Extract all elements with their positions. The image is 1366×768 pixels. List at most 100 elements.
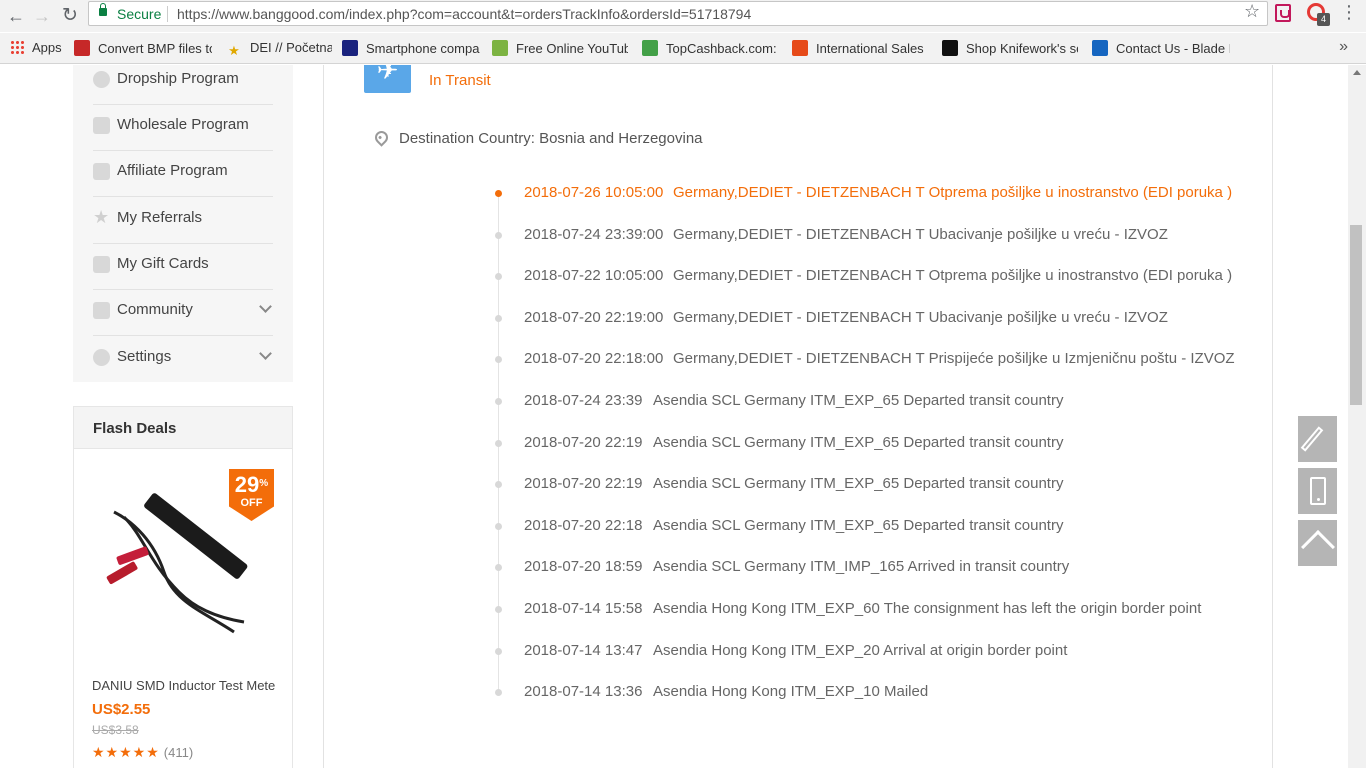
- blade-icon: [1092, 40, 1108, 56]
- knifework-icon: [942, 40, 958, 56]
- bookmark-blade-hq[interactable]: Contact Us - Blade H: [1092, 40, 1230, 58]
- event-timestamp: 2018-07-22 10:05:00: [524, 267, 664, 285]
- sidebar-item-gift-cards[interactable]: My Gift Cards: [93, 244, 273, 290]
- scroll-up-arrow-icon[interactable]: [1353, 70, 1361, 75]
- extension-badge: 4: [1317, 13, 1330, 26]
- mobile-app-button[interactable]: [1298, 468, 1337, 514]
- topcashback-icon: [642, 40, 658, 56]
- event-description: Asendia SCL Germany ITM_EXP_65 Departed …: [653, 516, 1064, 534]
- pdf-icon: [74, 40, 90, 56]
- flash-deals-title: Flash Deals: [93, 420, 177, 437]
- rating-count[interactable]: (411): [164, 745, 193, 760]
- airplane-icon: ✈: [364, 65, 411, 93]
- event-timestamp: 2018-07-20 22:19:00: [524, 308, 664, 326]
- lock-icon: [99, 3, 107, 16]
- flash-deals-header: Flash Deals: [74, 407, 292, 449]
- event-timestamp: 2018-07-14 13:47: [524, 641, 643, 659]
- destination-country: Destination Country: Bosnia and Herzegov…: [399, 130, 703, 147]
- pocket-extension-icon[interactable]: [1275, 4, 1291, 22]
- wholesale-icon: [93, 117, 110, 134]
- gear-icon: [93, 349, 110, 366]
- url-text[interactable]: https://www.banggood.com/index.php?com=a…: [177, 6, 751, 22]
- chevron-down-icon[interactable]: [259, 300, 272, 313]
- timeline-dot-icon: [495, 689, 502, 697]
- rating-stars-icon: ★★★★★: [92, 744, 160, 760]
- event-description: Germany,DEDIET - DIETZENBACH T Otprema p…: [673, 267, 1233, 285]
- location-pin-icon: [372, 128, 391, 147]
- event-timestamp: 2018-07-20 22:19: [524, 475, 643, 493]
- sales-icon: [792, 40, 808, 56]
- pencil-icon: [1300, 426, 1324, 452]
- bookmark-apps[interactable]: Apps: [10, 40, 70, 58]
- sidebar-item-settings[interactable]: Settings: [93, 337, 273, 383]
- bookmark-star-icon[interactable]: ☆: [1244, 1, 1260, 22]
- timeline-dot-icon: [495, 231, 502, 239]
- bookmarks-overflow-icon[interactable]: »: [1339, 38, 1348, 56]
- secure-label: Secure: [117, 6, 162, 22]
- bookmark-knifework[interactable]: Shop Knifework's se: [942, 40, 1078, 58]
- sidebar-item-affiliate[interactable]: Affiliate Program: [93, 151, 273, 197]
- timeline-dot-icon: [495, 481, 502, 489]
- address-bar[interactable]: Secure https://www.banggood.com/index.ph…: [88, 1, 1268, 26]
- forward-arrow-icon[interactable]: →: [30, 4, 54, 28]
- event-description: Germany,DEDIET - DIETZENBACH T Ubacivanj…: [673, 225, 1168, 243]
- reload-icon[interactable]: ↻: [58, 4, 82, 28]
- browser-menu-icon[interactable]: ⋮: [1340, 2, 1358, 23]
- affiliate-icon: [93, 163, 110, 180]
- timeline-dot-icon: [495, 190, 502, 197]
- ki-logo-icon: [342, 40, 358, 56]
- apps-grid-icon: [10, 40, 24, 54]
- event-description: Asendia Hong Kong ITM_EXP_10 Mailed: [653, 683, 929, 701]
- bookmark-youtube[interactable]: Free Online YouTube: [492, 40, 628, 58]
- download-arrow-icon: [492, 40, 508, 56]
- sidebar-item-referrals[interactable]: ★ My Referrals: [93, 198, 273, 244]
- page-scrollbar[interactable]: [1348, 65, 1366, 768]
- scroll-thumb[interactable]: [1350, 225, 1362, 405]
- back-arrow-icon[interactable]: ←: [4, 4, 28, 28]
- product-rating: ★★★★★ (411): [92, 744, 193, 761]
- timeline-dot-icon: [495, 273, 502, 281]
- timeline-dot-icon: [495, 398, 502, 405]
- transit-status: In Transit: [429, 72, 491, 89]
- browser-toolbar: ← → ↻ Secure https://www.banggood.com/in…: [0, 0, 1366, 32]
- chevron-up-icon: [1301, 530, 1335, 564]
- timeline-dot-icon: [495, 356, 502, 364]
- sidebar-item-wholesale[interactable]: Wholesale Program: [93, 105, 273, 151]
- tracking-panel: ✈ In Transit Destination Country: Bosnia…: [323, 65, 1273, 768]
- bookmark-smartphone[interactable]: Smartphone compar: [342, 40, 480, 58]
- event-description: Asendia SCL Germany ITM_EXP_65 Departed …: [653, 392, 1064, 409]
- timeline-dot-icon: [495, 522, 502, 530]
- event-timestamp: 2018-07-24 23:39:00: [524, 225, 664, 243]
- timeline-dot-icon: [495, 606, 502, 613]
- bookmark-convert-bmp[interactable]: Convert BMP files to: [74, 40, 212, 58]
- bookmark-international-sales[interactable]: International Sales -: [792, 40, 926, 58]
- address-separator: [167, 6, 168, 22]
- back-to-top-button[interactable]: [1298, 520, 1337, 566]
- event-timestamp: 2018-07-26 10:05:00: [524, 184, 664, 201]
- page: Dropship Program Wholesale Program Affil…: [0, 65, 1348, 768]
- event-description: Asendia SCL Germany ITM_IMP_165 Arrived …: [653, 558, 1070, 576]
- timeline-dot-icon: [495, 439, 502, 447]
- event-description: Asendia SCL Germany ITM_EXP_65 Departed …: [653, 433, 1064, 451]
- bookmark-dei[interactable]: ★ DEI // Početna: [226, 40, 332, 58]
- account-sidebar: Dropship Program Wholesale Program Affil…: [73, 65, 293, 382]
- event-description: Asendia Hong Kong ITM_EXP_20 Arrival at …: [653, 641, 1068, 659]
- event-timestamp: 2018-07-14 15:58: [524, 600, 643, 617]
- timeline-dot-icon: [495, 314, 502, 322]
- event-description: Germany,DEDIET - DIETZENBACH T Prispijeć…: [673, 350, 1235, 368]
- star-logo-icon: ★: [228, 43, 240, 58]
- chevron-down-icon[interactable]: [259, 347, 272, 360]
- event-description: Germany,DEDIET - DIETZENBACH T Otprema p…: [673, 184, 1233, 201]
- sidebar-item-community[interactable]: Community: [93, 290, 273, 336]
- timeline-dot-icon: [495, 647, 502, 655]
- feedback-button[interactable]: [1298, 416, 1337, 462]
- bookmarks-bar: Apps Convert BMP files to ★ DEI // Početn…: [0, 33, 1366, 64]
- timeline-dot-icon: [495, 564, 502, 572]
- event-timestamp: 2018-07-20 22:18:00: [524, 350, 664, 368]
- sidebar-item-dropship[interactable]: Dropship Program: [93, 65, 273, 105]
- event-timestamp: 2018-07-20 18:59: [524, 558, 643, 576]
- product-name-link[interactable]: DANIU SMD Inductor Test Mete...: [92, 678, 276, 693]
- gift-icon: [93, 256, 110, 273]
- bookmark-topcashback[interactable]: TopCashback.com: T: [642, 40, 778, 58]
- phone-icon: [1310, 477, 1326, 505]
